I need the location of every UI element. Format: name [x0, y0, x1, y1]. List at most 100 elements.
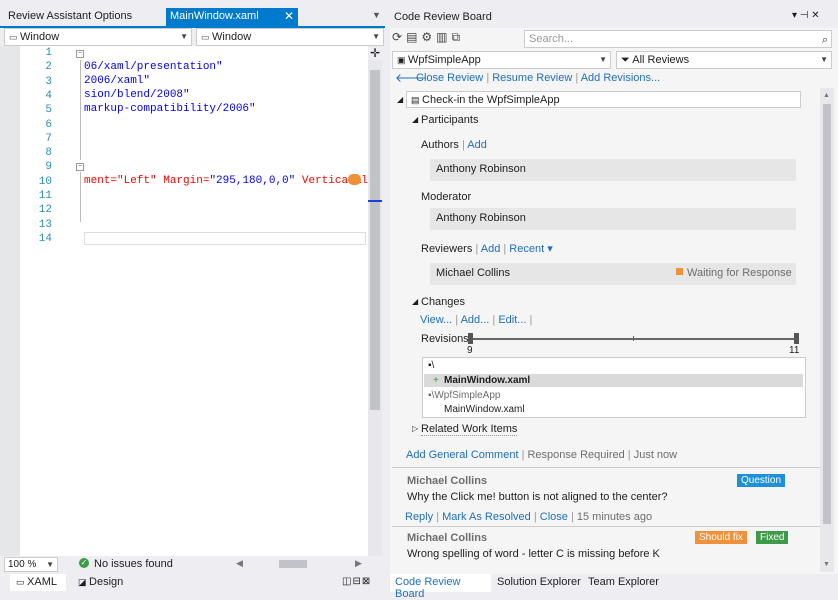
- dropdown-right-value: Window: [212, 31, 252, 43]
- collapse-icon[interactable]: −: [76, 163, 84, 171]
- dropdown-arrow-icon[interactable]: ▼: [372, 10, 381, 20]
- close-review-link[interactable]: Close Review: [416, 72, 483, 84]
- tree-folder-label: \WpfSimpleApp: [431, 390, 501, 401]
- window-icon: ▭: [201, 32, 213, 42]
- filter-icon: ⏷: [621, 54, 633, 66]
- mark-as-resolved-link[interactable]: Mark As Resolved: [442, 511, 531, 523]
- layout-icon[interactable]: ▥: [436, 30, 451, 44]
- resume-review-link[interactable]: Resume Review: [492, 72, 572, 84]
- split-icon[interactable]: ✛: [368, 46, 382, 60]
- copy-icon[interactable]: ⧉: [452, 30, 465, 44]
- tab-team-explorer[interactable]: Team Explorer: [588, 576, 659, 588]
- panel-scrollbar-thumb[interactable]: [823, 104, 831, 524]
- comment-text: Why the Click me! button is not aligned …: [407, 491, 668, 503]
- add-general-comment-link[interactable]: Add General Comment: [406, 449, 519, 461]
- panel-window-controls[interactable]: ▾ ⊣ ✕: [792, 10, 820, 21]
- check-icon: ✓: [79, 558, 89, 568]
- revision-slider-min-handle[interactable]: [468, 333, 473, 344]
- code-line-2: 06/xaml/presentation": [84, 61, 223, 73]
- element-dropdown-right[interactable]: ▭ Window ▼: [196, 28, 384, 46]
- scroll-left-icon[interactable]: ◀: [236, 558, 243, 569]
- search-input[interactable]: Search... ⌕: [524, 30, 832, 48]
- scroll-right-icon[interactable]: ▶: [355, 558, 362, 569]
- fixed-badge: Fixed: [756, 531, 789, 544]
- project-dropdown[interactable]: ▣ WpfSimpleApp ▼: [392, 51, 611, 69]
- reviewers-row: Reviewers | Add | Recent ▾: [421, 243, 553, 255]
- design-icon: ◪: [78, 577, 90, 587]
- add-author-link[interactable]: Add: [467, 139, 487, 151]
- line-number: 1: [45, 47, 52, 59]
- tab-code-review-board[interactable]: Code Review Board: [390, 574, 491, 600]
- recent-dropdown[interactable]: Recent ▾: [509, 243, 552, 255]
- reply-link[interactable]: Reply: [405, 511, 433, 523]
- author-field: Anthony Robinson: [430, 159, 796, 181]
- refresh-icon[interactable]: ⟳: [392, 30, 406, 44]
- tab-solution-explorer[interactable]: Solution Explorer: [497, 576, 581, 588]
- comment-marker-icon[interactable]: [348, 174, 361, 185]
- edit-link[interactable]: Edit...: [498, 314, 526, 326]
- tab-label: MainWindow.xaml: [170, 10, 259, 22]
- divider: [392, 526, 820, 527]
- code-line-4: sion/blend/2008": [84, 89, 190, 101]
- attr-margin-value: "295,180,0,0": [209, 175, 296, 187]
- revision-slider-track[interactable]: [470, 338, 798, 340]
- tree-file-mainwindow-2[interactable]: MainWindow.xaml: [444, 404, 525, 415]
- xaml-icon: ▭: [16, 577, 28, 587]
- review-title-field[interactable]: ▤ Check-in the WpfSimpleApp: [406, 91, 801, 108]
- search-icon: ⌕: [821, 34, 828, 46]
- line-number: 6: [45, 118, 52, 131]
- line-number: 5: [45, 104, 52, 117]
- question-badge: Question: [737, 474, 786, 487]
- gear-icon[interactable]: ⚙: [421, 30, 436, 44]
- changes-actions: View... | Add... | Edit... |: [420, 314, 533, 326]
- code-editor[interactable]: [0, 46, 368, 556]
- horizontal-scroll-thumb[interactable]: [279, 560, 307, 568]
- close-icon[interactable]: ✕: [284, 9, 294, 23]
- moderator-field: Anthony Robinson: [430, 208, 796, 230]
- collapse-icon[interactable]: −: [76, 50, 84, 58]
- tree-root[interactable]: ▪\: [428, 360, 434, 371]
- tab-review-assistant-options[interactable]: Review Assistant Options: [2, 8, 138, 26]
- code-line-5: markup-compatibility/2006": [84, 103, 256, 115]
- response-required[interactable]: Response Required: [527, 449, 624, 461]
- line-number: 10: [38, 175, 52, 188]
- review-title: Check-in the WpfSimpleApp: [422, 94, 560, 106]
- filter-dropdown[interactable]: ⏷ All Reviews ▼: [616, 51, 832, 69]
- scroll-down-icon[interactable]: ▼: [823, 561, 830, 568]
- panel-title: Code Review Board: [394, 11, 492, 23]
- panel-toolbar[interactable]: ⟳▤⚙▥⧉: [392, 30, 522, 48]
- line-number: 9: [45, 161, 52, 174]
- split-view-icons[interactable]: ◫⊟⊠: [342, 576, 371, 587]
- expand-icon[interactable]: ◢: [412, 297, 418, 306]
- collapsed-icon[interactable]: ▷: [412, 424, 418, 433]
- issues-status: No issues found: [94, 558, 173, 570]
- close-comment-link[interactable]: Close: [540, 511, 568, 523]
- tree-folder[interactable]: ▪\WpfSimpleApp: [428, 390, 500, 401]
- view-link[interactable]: View...: [420, 314, 452, 326]
- expand-icon[interactable]: ◢: [412, 115, 418, 124]
- add-revisions-link[interactable]: Add Revisions...: [581, 72, 660, 84]
- tree-file-mainwindow: MainWindow.xaml: [444, 375, 531, 386]
- line-number: 2: [45, 61, 52, 74]
- expand-icon[interactable]: ◢: [397, 95, 403, 104]
- zoom-dropdown[interactable]: 100 % ▼: [4, 557, 58, 572]
- related-work-items[interactable]: Related Work Items: [421, 423, 518, 436]
- project-value: WpfSimpleApp: [408, 54, 481, 66]
- chevron-down-icon: ▼: [820, 55, 828, 64]
- comment-time: 15 minutes ago: [576, 511, 653, 523]
- design-tab[interactable]: ◪ Design: [78, 576, 123, 588]
- scroll-up-icon[interactable]: ▲: [823, 92, 830, 99]
- new-review-icon[interactable]: ▤: [406, 30, 421, 44]
- tab-mainwindow-xaml[interactable]: MainWindow.xaml ✕: [166, 8, 298, 26]
- search-placeholder: Search...: [529, 33, 574, 45]
- add-change-link[interactable]: Add...: [461, 314, 490, 326]
- participants-header: Participants: [421, 114, 479, 126]
- revision-slider-max-handle[interactable]: [794, 333, 799, 344]
- line-number: 4: [45, 89, 52, 102]
- line-number: 12: [38, 204, 52, 217]
- element-dropdown-left[interactable]: ▭ Window ▼: [4, 28, 192, 46]
- scrollbar-thumb[interactable]: [370, 70, 380, 410]
- add-reviewer-link[interactable]: Add: [481, 243, 501, 255]
- xaml-tab[interactable]: ▭ XAML: [10, 574, 66, 591]
- review-icon: ▤: [411, 95, 423, 105]
